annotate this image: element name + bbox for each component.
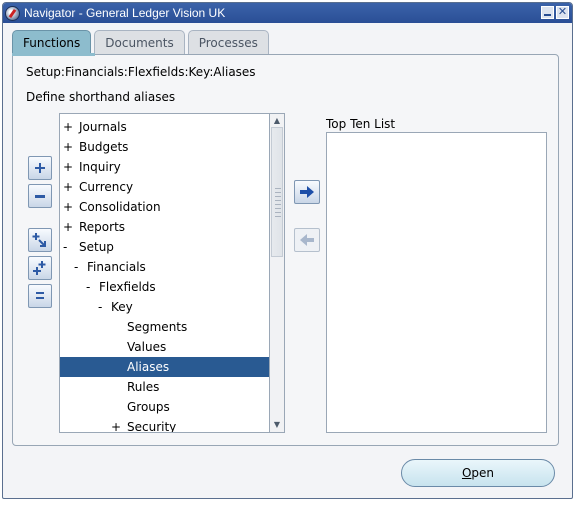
open-button[interactable]: Open	[401, 459, 555, 487]
expand-node-icon[interactable]: +	[111, 417, 121, 432]
expand-node-icon[interactable]: +	[63, 157, 73, 177]
close-icon[interactable]: ✕	[556, 6, 569, 19]
tree-item[interactable]: + Journals	[60, 117, 269, 137]
tab-functions[interactable]: Functions	[12, 30, 92, 54]
tree-item[interactable]: Groups	[60, 397, 269, 417]
open-label-rest: pen	[471, 466, 495, 480]
tree-item-label: Groups	[127, 400, 170, 414]
tree-item[interactable]: - Flexfields	[60, 277, 269, 297]
tree-item-label: Reports	[79, 220, 126, 234]
tree-item[interactable]: + Inquiry	[60, 157, 269, 177]
tree-item[interactable]: Segments	[60, 317, 269, 337]
active-tab-connector	[12, 53, 95, 56]
collapse-all-button[interactable]	[28, 284, 52, 308]
scroll-up-icon[interactable]: ▲	[271, 115, 283, 127]
tab-documents[interactable]: Documents	[94, 30, 185, 54]
collapse-button[interactable]	[28, 184, 52, 208]
top-ten-label: Top Ten List	[326, 117, 396, 131]
tree-item-label: Financials	[87, 260, 146, 274]
tree-item[interactable]: Rules	[60, 377, 269, 397]
expand-node-icon[interactable]: +	[63, 177, 73, 197]
add-to-top-ten-button[interactable]	[294, 180, 320, 204]
minimize-icon[interactable]	[541, 6, 554, 19]
tree-scrollbar[interactable]: ▲ ▼	[270, 113, 285, 433]
tree-item[interactable]: + Consolidation	[60, 197, 269, 217]
expand-node-icon[interactable]: +	[63, 137, 73, 157]
function-description: Define shorthand aliases	[26, 90, 176, 104]
tree-item[interactable]: + Security	[60, 417, 269, 433]
tree-item-label: Budgets	[79, 140, 129, 154]
tree-item[interactable]: + Currency	[60, 177, 269, 197]
tree-item-label: Key	[111, 300, 133, 314]
tree-item-label: Inquiry	[79, 160, 121, 174]
scroll-thumb[interactable]	[271, 127, 283, 257]
collapse-all-icon	[36, 292, 44, 299]
tree-item[interactable]: - Key	[60, 297, 269, 317]
tree-item[interactable]: Values	[60, 337, 269, 357]
functions-tree[interactable]: + Journals + Budgets + Inquiry + Currency + Conso…	[59, 113, 270, 433]
expand-all-button[interactable]	[28, 256, 52, 280]
tree-item-label: Currency	[79, 180, 134, 194]
tree-item[interactable]: - Financials	[60, 257, 269, 277]
scroll-down-icon[interactable]: ▼	[271, 419, 283, 431]
expand-button[interactable]	[28, 156, 52, 180]
tree-item-label: Values	[127, 340, 167, 354]
tree-item-label: Setup	[79, 240, 114, 254]
window-title: Navigator - General Ledger Vision UK	[24, 6, 226, 20]
expand-branch-icon	[32, 233, 46, 247]
expand-node-icon[interactable]: +	[63, 217, 73, 237]
tab-processes[interactable]: Processes	[187, 30, 269, 54]
open-mnemonic: O	[461, 466, 472, 480]
collapse-node-icon[interactable]: -	[74, 257, 78, 277]
expand-node-icon[interactable]: +	[63, 117, 73, 137]
tree-item[interactable]: + Budgets	[60, 137, 269, 157]
remove-from-top-ten-button[interactable]	[294, 228, 320, 252]
tree-item[interactable]: - Setup	[60, 237, 269, 257]
collapse-node-icon[interactable]: -	[86, 277, 90, 297]
collapse-node-icon[interactable]: -	[63, 237, 67, 257]
top-ten-list[interactable]	[326, 132, 547, 433]
arrow-left-icon	[300, 234, 314, 246]
tree-item-label: Security	[127, 420, 177, 433]
expand-all-icon	[33, 261, 46, 275]
grip-icon	[275, 188, 281, 218]
tree-item-label: Aliases	[127, 360, 170, 374]
expand-branch-button[interactable]	[28, 228, 52, 252]
title-bar[interactable]: Navigator - General Ledger Vision UK ✕	[3, 3, 572, 23]
oracle-navigator-icon[interactable]	[5, 5, 20, 21]
tree-item-label: Journals	[79, 120, 127, 134]
tree-item-label: Rules	[127, 380, 160, 394]
collapse-icon	[35, 195, 45, 198]
arrow-right-icon	[300, 186, 314, 198]
tree-item[interactable]: Aliases	[60, 357, 269, 377]
tree-item-label: Flexfields	[99, 280, 156, 294]
breadcrumb: Setup:Financials:Flexfields:Key:Aliases	[26, 65, 256, 79]
collapse-node-icon[interactable]: -	[98, 297, 102, 317]
tree-item-label: Segments	[127, 320, 188, 334]
tab-bar: Functions Documents Processes	[12, 30, 269, 54]
tree-item[interactable]: + Reports	[60, 217, 269, 237]
expand-node-icon[interactable]: +	[63, 197, 73, 217]
tree-item-label: Consolidation	[79, 200, 161, 214]
expand-icon	[35, 163, 45, 173]
